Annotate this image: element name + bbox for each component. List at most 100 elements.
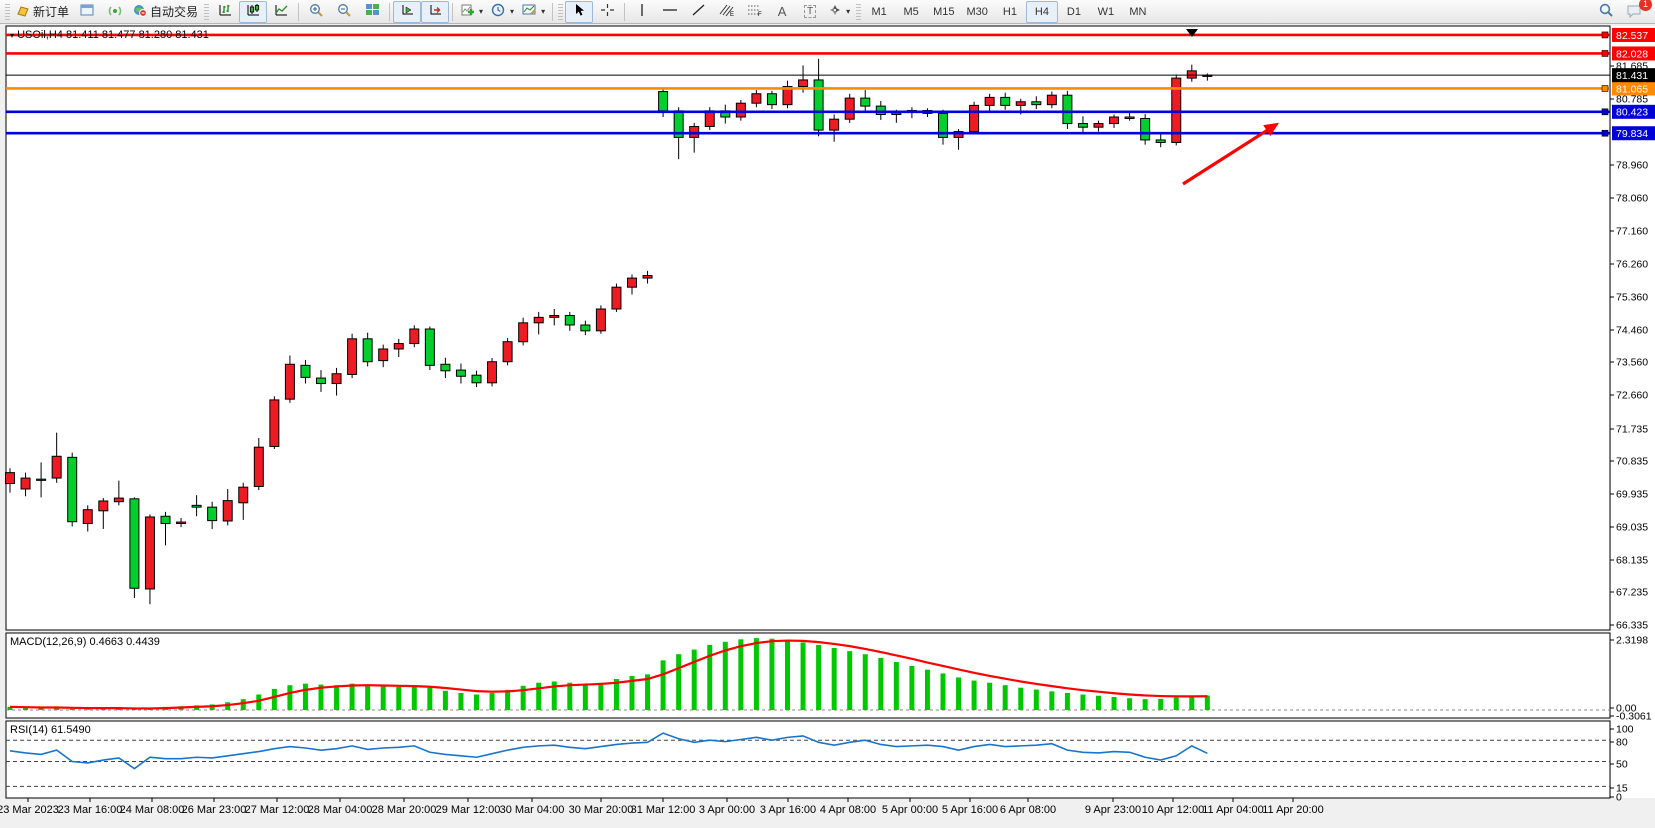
timeframe-h1-button[interactable]: H1 [994,1,1026,23]
trendline-tool-button[interactable] [684,1,712,23]
svg-text:73.560: 73.560 [1616,357,1648,369]
panel-frames [6,26,1655,798]
vertical-line-tool-button[interactable] [628,1,656,23]
notifications-button[interactable]: 1 [1620,1,1648,23]
text-label-tool-button[interactable]: T [796,1,824,23]
autotrade-button[interactable]: 自动交易 [129,1,202,23]
new-order-button[interactable]: 新订单 [12,1,73,23]
svg-text:3 Apr 16:00: 3 Apr 16:00 [760,804,816,816]
timeframe-m15-button[interactable]: M15 [927,1,960,23]
signals-button[interactable] [101,1,129,23]
svg-text:0: 0 [1616,792,1622,804]
svg-text:75.360: 75.360 [1616,292,1648,304]
svg-text:70.835: 70.835 [1616,456,1648,468]
vertical-line-icon [637,3,647,20]
toolbar-grip[interactable] [558,4,563,20]
toolbar-separator [389,3,390,21]
chart-area[interactable]: 81.68580.78578.96078.06077.16076.26075.3… [0,24,1655,828]
horizontal-line-icon [662,3,678,20]
toolbar-grip[interactable] [856,4,861,20]
toolbar-separator [624,3,625,21]
svg-text:3 Apr 00:00: 3 Apr 00:00 [699,804,755,816]
periods-button[interactable]: ▾ [487,1,518,23]
new-order-icon [16,5,30,19]
candlestick-chart-icon [246,3,261,20]
svg-text:79.834: 79.834 [1616,128,1648,140]
new-order-label: 新订单 [33,3,69,20]
chart-shift-button[interactable] [421,1,449,23]
svg-text:100: 100 [1616,724,1634,736]
search-button[interactable] [1592,1,1620,23]
svg-text:80.423: 80.423 [1616,107,1648,119]
timeframe-w1-button[interactable]: W1 [1090,1,1122,23]
timeframe-d1-button[interactable]: D1 [1058,1,1090,23]
line-chart-button[interactable] [267,1,295,23]
tile-windows-button[interactable] [358,1,386,23]
arrows-tool-button[interactable]: ▾ [824,1,854,23]
candlestick-chart-button[interactable] [239,1,267,23]
svg-text:11 Apr 04:00: 11 Apr 04:00 [1202,804,1264,816]
text-tool-button[interactable]: A [768,1,796,23]
svg-text:26 Mar 23:00: 26 Mar 23:00 [182,804,247,816]
svg-text:27 Mar 12:00: 27 Mar 12:00 [245,804,310,816]
svg-text:76.260: 76.260 [1616,259,1648,271]
svg-text:11 Apr 20:00: 11 Apr 20:00 [1262,804,1324,816]
svg-text:24 Mar 08:00: 24 Mar 08:00 [120,804,185,816]
toolbar-grip[interactable] [5,4,10,20]
toolbar-grip[interactable] [204,4,209,20]
toolbar-separator [452,3,453,21]
cursor-tool-button[interactable] [565,1,593,23]
svg-text:50: 50 [1616,759,1628,771]
timeframe-mn-button[interactable]: MN [1122,1,1154,23]
auto-scroll-button[interactable] [393,1,421,23]
zoom-in-icon [309,3,324,20]
horizontal-line-tool-button[interactable] [656,1,684,23]
crosshair-icon [600,3,615,20]
svg-text:71.735: 71.735 [1616,424,1648,436]
svg-text:23 Mar 2023: 23 Mar 2023 [0,804,59,816]
zoom-in-button[interactable] [302,1,330,23]
indicators-button[interactable]: ▾ [456,1,487,23]
indicators-icon [460,3,475,20]
zoom-out-button[interactable] [330,1,358,23]
market-window-button[interactable] [73,1,101,23]
template-icon [522,3,537,20]
timeframe-m5-button[interactable]: M5 [895,1,927,23]
svg-text:77.160: 77.160 [1616,226,1648,238]
svg-text:5 Apr 16:00: 5 Apr 16:00 [942,804,998,816]
channel-icon: E [718,3,735,20]
svg-text:2.3198: 2.3198 [1616,635,1648,647]
svg-text:78.960: 78.960 [1616,160,1648,172]
dropdown-caret-icon: ▾ [510,7,514,16]
text-tool-label: A [778,4,787,19]
svg-text:74.460: 74.460 [1616,325,1648,337]
dropdown-caret-icon: ▾ [846,7,850,16]
svg-text:F: F [758,12,762,17]
timeframe-m30-button[interactable]: M30 [961,1,994,23]
timeframe-h4-button[interactable]: H4 [1026,1,1058,23]
channel-tool-button[interactable]: E [712,1,740,23]
tile-windows-icon [365,3,380,20]
svg-text:69.035: 69.035 [1616,522,1648,534]
time-axis[interactable]: 23 Mar 202323 Mar 16:0024 Mar 08:0026 Ma… [0,798,1324,816]
svg-text:23 Mar 16:00: 23 Mar 16:00 [58,804,123,816]
chart-canvas[interactable]: 81.68580.78578.96078.06077.16076.26075.3… [0,24,1655,828]
timeframe-m1-button[interactable]: M1 [863,1,895,23]
svg-text:67.235: 67.235 [1616,587,1648,599]
arrows-icon [828,3,842,20]
clock-icon [491,3,506,20]
svg-text:E: E [730,12,734,17]
toolbar: 新订单 自动交易 [0,0,1655,24]
dropdown-caret-icon: ▾ [479,7,483,16]
autotrade-label: 自动交易 [150,3,198,20]
svg-text:78.060: 78.060 [1616,193,1648,205]
bar-chart-icon [218,3,233,20]
crosshair-tool-button[interactable] [593,1,621,23]
zoom-out-icon [337,3,352,20]
chart-shift-icon [428,3,443,20]
search-icon [1598,3,1614,21]
svg-text:28 Mar 20:00: 28 Mar 20:00 [372,804,437,816]
fibonacci-tool-button[interactable]: F [740,1,768,23]
templates-button[interactable]: ▾ [518,1,549,23]
bar-chart-button[interactable] [211,1,239,23]
